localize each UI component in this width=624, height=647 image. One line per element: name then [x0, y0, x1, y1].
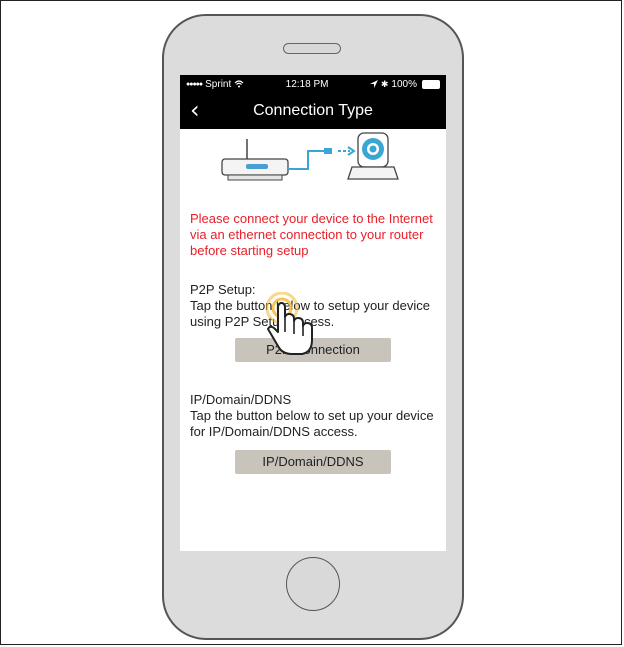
back-chevron-icon[interactable]: ‹	[190, 96, 200, 124]
carrier-label: Sprint	[205, 78, 232, 90]
ethernet-cable-icon	[288, 146, 356, 170]
status-bar: ●●●●● Sprint 12:18 PM ✱ 100%	[180, 75, 446, 93]
clock-label: 12:18 PM	[285, 78, 329, 90]
earpiece	[283, 43, 341, 54]
location-arrow-icon	[369, 80, 378, 88]
wifi-icon	[234, 80, 244, 88]
page-title: Connection Type	[253, 102, 373, 119]
warning-message: Please connect your device to the Intern…	[190, 211, 433, 258]
bluetooth-icon: ✱	[380, 78, 389, 89]
tap-hand-icon	[265, 292, 313, 355]
router-icon	[221, 139, 289, 181]
ip-heading: IP/Domain/DDNS	[190, 392, 292, 407]
ip-camera-icon	[347, 132, 399, 180]
router-to-camera-diagram	[221, 132, 399, 181]
phone-mockup: ●●●●● Sprint 12:18 PM ✱ 100% ‹ Connectio…	[150, 6, 474, 642]
home-button[interactable]	[286, 557, 340, 611]
nav-bar: ‹ Connection Type	[180, 93, 446, 129]
signal-icon: ●●●●●	[186, 80, 203, 88]
connection-illustration	[180, 129, 446, 205]
ip-domain-ddns-button[interactable]: IP/Domain/DDNS	[235, 450, 391, 474]
battery-percent: 100%	[391, 78, 417, 90]
ip-description: Tap the button below to set up your devi…	[190, 408, 434, 439]
battery-icon	[421, 79, 440, 89]
